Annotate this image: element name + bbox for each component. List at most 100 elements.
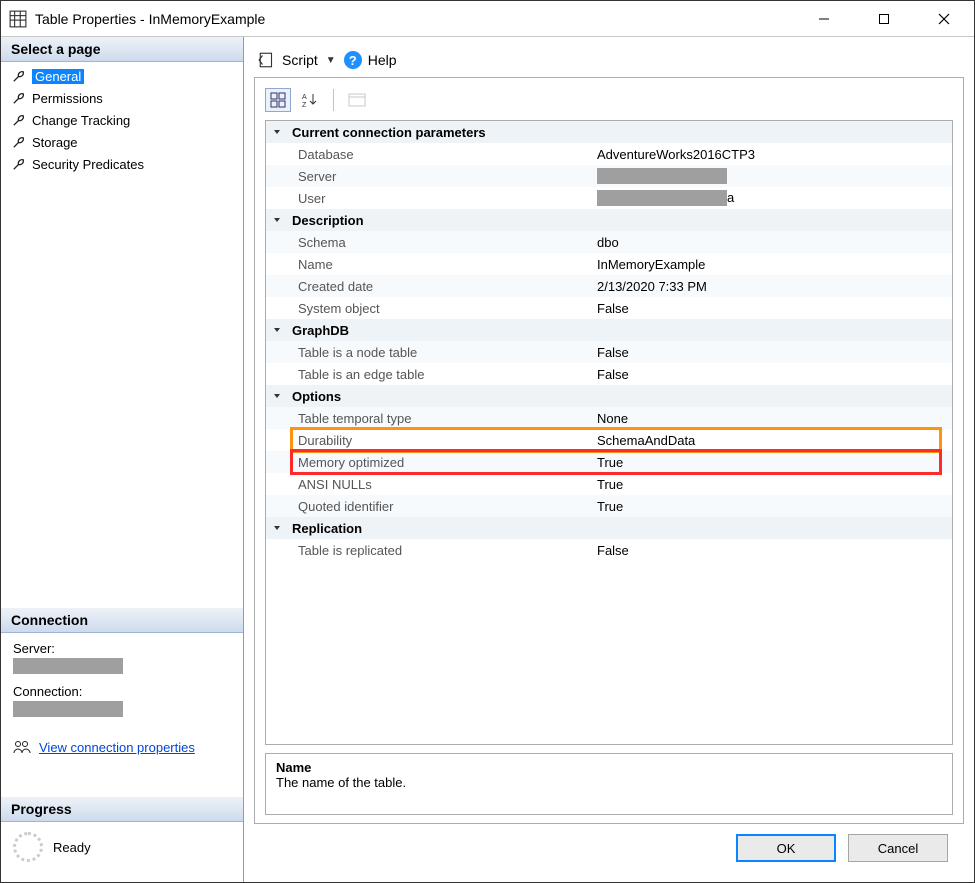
property-row[interactable]: ANSI NULLs True bbox=[266, 473, 952, 495]
server-value-redacted bbox=[13, 658, 123, 674]
property-group-header[interactable]: Description bbox=[266, 209, 952, 231]
description-name: Name bbox=[276, 760, 942, 775]
property-row[interactable]: Database AdventureWorks2016CTP3 bbox=[266, 143, 952, 165]
wrench-icon bbox=[11, 113, 26, 128]
property-value: False bbox=[597, 367, 629, 382]
property-row[interactable]: Table is an edge table False bbox=[266, 363, 952, 385]
property-value: AdventureWorks2016CTP3 bbox=[597, 147, 755, 162]
property-row[interactable]: Table is a node tableFalse bbox=[266, 341, 952, 363]
property-value: dbo bbox=[597, 235, 619, 250]
property-key: Table is an edge table bbox=[288, 367, 593, 382]
property-key: Server bbox=[288, 169, 593, 184]
minimize-button[interactable] bbox=[794, 1, 854, 37]
property-value: 2/13/2020 7:33 PM bbox=[597, 279, 707, 294]
property-value: False bbox=[597, 301, 629, 316]
property-key: Table temporal type bbox=[288, 411, 593, 426]
description-text: The name of the table. bbox=[276, 775, 942, 790]
progress-status: Ready bbox=[53, 840, 91, 855]
collapse-icon[interactable] bbox=[266, 127, 288, 137]
property-value: SchemaAndData bbox=[597, 433, 695, 448]
select-page-header: Select a page bbox=[1, 37, 243, 62]
propertygrid-toolbar: AZ bbox=[265, 88, 953, 120]
page-item-securitypredicates[interactable]: Security Predicates bbox=[1, 153, 243, 175]
property-value: InMemoryExample bbox=[597, 257, 705, 272]
property-key: Memory optimized bbox=[288, 455, 593, 470]
page-item-permissions[interactable]: Permissions bbox=[1, 87, 243, 109]
property-row[interactable]: User a bbox=[266, 187, 952, 209]
property-row[interactable]: Table is replicatedFalse bbox=[266, 539, 952, 561]
page-item-changetracking[interactable]: Change Tracking bbox=[1, 109, 243, 131]
cancel-button[interactable]: Cancel bbox=[848, 834, 948, 862]
property-group-header[interactable]: Current connection parameters bbox=[266, 121, 952, 143]
wrench-icon bbox=[11, 91, 26, 106]
property-row[interactable]: Server bbox=[266, 165, 952, 187]
page-label: General bbox=[32, 69, 84, 84]
page-label: Permissions bbox=[32, 91, 103, 106]
property-row[interactable]: Quoted identifier True bbox=[266, 495, 952, 517]
property-row[interactable]: Table temporal typeNone bbox=[266, 407, 952, 429]
redacted-value bbox=[597, 168, 727, 184]
property-row[interactable]: Durability SchemaAndData bbox=[266, 429, 952, 451]
collapse-icon[interactable] bbox=[266, 391, 288, 401]
property-value-tail: a bbox=[727, 190, 734, 205]
property-group-header[interactable]: GraphDB bbox=[266, 319, 952, 341]
collapse-icon[interactable] bbox=[266, 325, 288, 335]
table-icon bbox=[9, 10, 27, 28]
property-value: True bbox=[597, 499, 623, 514]
property-pages-button[interactable] bbox=[344, 88, 370, 112]
property-row[interactable]: NameInMemoryExample bbox=[266, 253, 952, 275]
people-icon bbox=[13, 739, 31, 755]
page-item-general[interactable]: General bbox=[1, 65, 243, 87]
property-row[interactable]: Memory optimized True bbox=[266, 451, 952, 473]
group-title: Replication bbox=[288, 521, 593, 536]
collapse-icon[interactable] bbox=[266, 523, 288, 533]
script-label: Script bbox=[282, 52, 318, 68]
property-grid[interactable]: Current connection parameters Database Adv… bbox=[265, 120, 953, 745]
property-key: Created date bbox=[288, 279, 593, 294]
maximize-button[interactable] bbox=[854, 1, 914, 37]
page-item-storage[interactable]: Storage bbox=[1, 131, 243, 153]
progress-block: Ready bbox=[1, 822, 243, 882]
svg-text:A: A bbox=[302, 94, 307, 101]
connection-label: Connection: bbox=[13, 684, 231, 699]
property-value: True bbox=[597, 455, 623, 470]
close-button[interactable] bbox=[914, 1, 974, 37]
progress-spinner-icon bbox=[13, 832, 43, 862]
property-row[interactable]: System objectFalse bbox=[266, 297, 952, 319]
redacted-value bbox=[597, 190, 727, 206]
script-button[interactable]: Script ▼ bbox=[258, 51, 336, 69]
wrench-icon bbox=[11, 135, 26, 150]
help-label: Help bbox=[368, 52, 397, 68]
property-value: True bbox=[597, 477, 623, 492]
property-row[interactable]: Created date 2/13/2020 7:33 PM bbox=[266, 275, 952, 297]
script-icon bbox=[258, 51, 276, 69]
view-connection-properties[interactable]: View connection properties bbox=[1, 737, 243, 767]
help-button[interactable]: ? Help bbox=[344, 51, 397, 69]
property-key: Database bbox=[288, 147, 593, 162]
property-key: User bbox=[288, 191, 593, 206]
property-row[interactable]: Schemadbo bbox=[266, 231, 952, 253]
wrench-icon bbox=[11, 157, 26, 172]
property-group-header[interactable]: Replication bbox=[266, 517, 952, 539]
toolbar-separator bbox=[333, 89, 334, 111]
content-panel: AZ Current connection parameters Database… bbox=[254, 77, 964, 824]
categorized-button[interactable] bbox=[265, 88, 291, 112]
page-label: Security Predicates bbox=[32, 157, 144, 172]
property-key: Quoted identifier bbox=[288, 499, 593, 514]
group-title: Description bbox=[288, 213, 593, 228]
alphabetical-button[interactable]: AZ bbox=[297, 88, 323, 112]
property-group-header[interactable]: Options bbox=[266, 385, 952, 407]
connection-value-redacted bbox=[13, 701, 123, 717]
view-connection-link[interactable]: View connection properties bbox=[39, 740, 195, 755]
window-buttons bbox=[794, 1, 974, 37]
property-key: Durability bbox=[288, 433, 593, 448]
page-list: General Permissions Change Tracking Stor… bbox=[1, 62, 243, 175]
page-label: Storage bbox=[32, 135, 78, 150]
help-icon: ? bbox=[344, 51, 362, 69]
property-key: ANSI NULLs bbox=[288, 477, 593, 492]
group-title: Current connection parameters bbox=[288, 125, 593, 140]
wrench-icon bbox=[11, 69, 26, 84]
right-pane: Script ▼ ? Help AZ bbox=[244, 37, 974, 882]
ok-button[interactable]: OK bbox=[736, 834, 836, 862]
collapse-icon[interactable] bbox=[266, 215, 288, 225]
